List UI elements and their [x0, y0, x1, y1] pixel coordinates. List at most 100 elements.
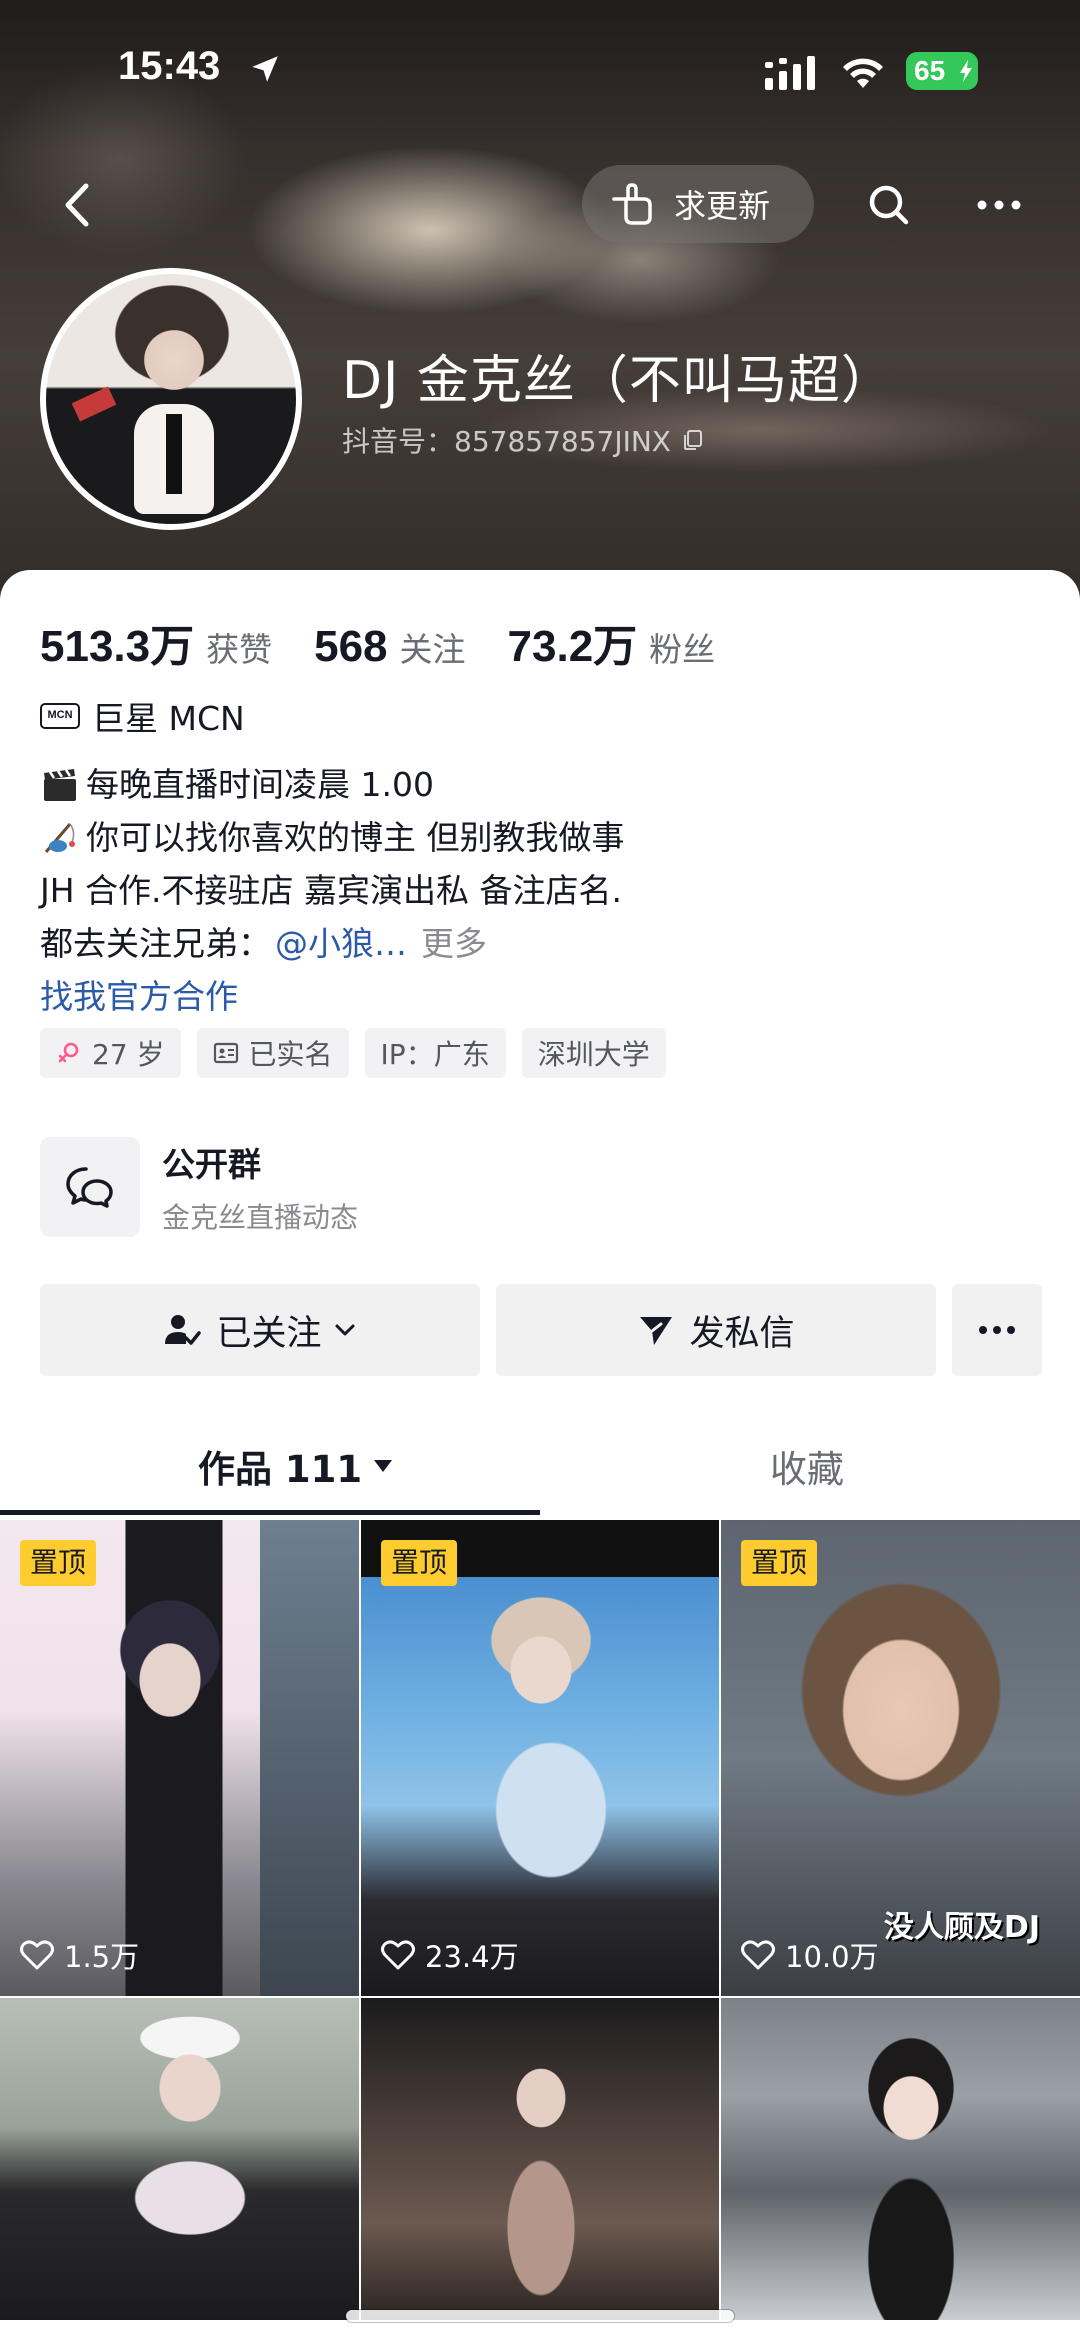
video-likes: 1.5万 [20, 1934, 139, 1976]
pinned-badge: 置顶 [741, 1540, 818, 1586]
video-tile[interactable]: 置顶 23.4万 [361, 1520, 719, 1996]
battery-indicator: 65 [906, 52, 978, 90]
pointing-hand-icon [612, 183, 652, 225]
mcn-row[interactable]: MCN 巨星 MCN [40, 692, 245, 740]
search-icon[interactable] [862, 178, 916, 232]
request-update-label: 求更新 [674, 187, 771, 225]
public-group-entry[interactable]: 公开群 金克丝直播动态 [40, 1132, 1040, 1242]
tag-school[interactable]: 深圳大学 [521, 1028, 666, 1078]
caret-down-icon [374, 1460, 393, 1472]
stat-likes[interactable]: 513.3万 获赞 [40, 610, 272, 674]
group-subtitle: 金克丝直播动态 [162, 1201, 359, 1234]
id-card-icon [213, 1042, 238, 1064]
video-likes: 10.0万 [741, 1934, 879, 1976]
send-message-button[interactable]: 发私信 [496, 1284, 936, 1376]
paper-plane-icon [640, 1317, 673, 1345]
following-label: 已关注 [216, 1313, 322, 1354]
battery-level: 65 [914, 55, 946, 86]
stat-label: 获赞 [206, 630, 273, 669]
more-options-icon[interactable] [972, 178, 1026, 232]
profile-name: DJ 金克丝（不叫马超） [342, 351, 894, 411]
location-arrow-icon [252, 56, 278, 82]
copy-icon[interactable] [681, 428, 705, 452]
wifi-icon [843, 58, 883, 88]
tab-active-indicator [0, 1510, 540, 1515]
ellipsis-icon [979, 1326, 1015, 1334]
video-tile[interactable] [361, 1998, 719, 2320]
mcn-icon: MCN [40, 703, 80, 729]
likes-count: 10.0万 [785, 1940, 879, 1974]
chat-bubbles-icon [66, 1167, 113, 1208]
home-indicator [346, 2310, 734, 2322]
group-text: 公开群 金克丝直播动态 [162, 1138, 358, 1236]
bio-line: 每晚直播时间凌晨 1.00 [40, 758, 1040, 811]
charging-bolt-icon [960, 60, 972, 82]
douyin-id-text: 抖音号：857857857JINX [342, 425, 671, 458]
status-time: 15:43 [118, 44, 221, 88]
video-likes: 23.4万 [381, 1934, 519, 1976]
tag-age: 27 岁 [40, 1028, 181, 1078]
clapperboard-icon [44, 768, 76, 801]
avatar-detail [166, 414, 182, 494]
more-actions-button[interactable] [952, 1284, 1042, 1376]
profile-sheet: 513.3万 获赞 568 关注 73.2万 粉丝 MCN 巨星 MCN 每晚直… [0, 570, 1080, 2341]
request-update-button[interactable]: 求更新 [582, 165, 814, 243]
stats-row: 513.3万 获赞 568 关注 73.2万 粉丝 [40, 610, 757, 674]
bio-text: 每晚直播时间凌晨 1.00 [86, 765, 434, 804]
back-arrow-icon[interactable] [48, 170, 108, 240]
tag-text: 深圳大学 [537, 1038, 650, 1071]
likes-count: 23.4万 [425, 1940, 519, 1974]
tag-text: 27 岁 [92, 1038, 165, 1071]
tag-text: 已实名 [248, 1038, 333, 1071]
stat-label: 关注 [399, 630, 466, 669]
avatar[interactable] [40, 268, 302, 530]
stat-followers[interactable]: 73.2万 粉丝 [508, 610, 716, 674]
group-title: 公开群 [162, 1145, 261, 1184]
bio-line: 你可以找你喜欢的博主 但别教我做事 [40, 811, 1040, 864]
tag-text: IP：广东 [380, 1038, 490, 1071]
bio: 每晚直播时间凌晨 1.00 你可以找你喜欢的博主 但别教我做事 JH 合作.不接… [40, 758, 1040, 1023]
stat-following[interactable]: 568 关注 [314, 622, 465, 672]
profile-tags: 27 岁 已实名 IP：广东 深圳大学 [40, 1028, 682, 1078]
mention-link[interactable]: @小狼… [275, 917, 407, 970]
content-tabs: 作品 111 收藏 [0, 1416, 1080, 1516]
following-button[interactable]: 已关注 [40, 1284, 480, 1376]
stat-label: 粉丝 [649, 630, 716, 669]
avatar-detail [71, 386, 117, 422]
video-tile[interactable]: 置顶 1.5万 [0, 1520, 359, 1996]
bio-text: 都去关注兄弟： [40, 924, 271, 963]
heart-icon [741, 1940, 775, 1970]
tab-favorites-label: 收藏 [770, 1448, 844, 1491]
pinned-badge: 置顶 [20, 1540, 97, 1586]
bio-line: JH 合作.不接驻店 嘉宾演出私 备注店名. [40, 864, 1040, 917]
video-tile[interactable] [721, 1998, 1080, 2320]
official-collab-link[interactable]: 找我官方合作 [40, 970, 1040, 1023]
bio-text: 你可以找你喜欢的博主 但别教我做事 [86, 818, 625, 857]
bio-more-link[interactable]: 更多 [421, 917, 487, 970]
stat-value: 73.2万 [507, 622, 638, 671]
tab-works[interactable]: 作品 111 [198, 1416, 393, 1516]
video-tile[interactable] [0, 1998, 359, 2320]
tab-works-label: 作品 111 [198, 1448, 363, 1491]
likes-count: 1.5万 [64, 1940, 140, 1974]
user-check-icon [165, 1315, 202, 1345]
pinned-badge: 置顶 [381, 1540, 458, 1586]
video-thumbnail-detail [260, 1520, 359, 1996]
cellular-signal-icon [765, 56, 815, 90]
video-tile[interactable]: 置顶 没人顾及DJ 10.0万 [721, 1520, 1080, 1996]
tab-favorites[interactable]: 收藏 [770, 1416, 844, 1516]
douyin-id[interactable]: 抖音号：857857857JINX [342, 420, 705, 460]
bio-line: 都去关注兄弟： @小狼… 更多 [40, 917, 1040, 970]
status-bar: 15:43 65 [0, 0, 1080, 140]
heart-icon [20, 1940, 54, 1970]
mcn-text: 巨星 MCN [92, 699, 245, 738]
stat-value: 513.3万 [40, 622, 195, 671]
video-caption: 没人顾及DJ [883, 1910, 1040, 1945]
tag-ip: IP：广东 [364, 1028, 506, 1078]
action-buttons: 已关注 发私信 [40, 1284, 1042, 1376]
stat-value: 568 [314, 622, 388, 671]
fishing-pole-icon [44, 822, 75, 853]
tag-verified: 已实名 [196, 1028, 349, 1078]
send-message-label: 发私信 [689, 1313, 795, 1354]
female-icon [58, 1042, 79, 1063]
